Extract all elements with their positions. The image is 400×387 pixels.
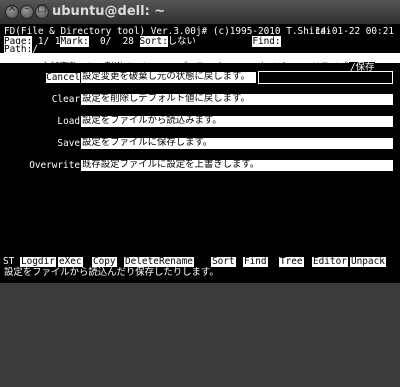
sort-value: しない — [167, 36, 196, 47]
fkey-copy[interactable]: Copy — [92, 257, 117, 267]
maximize-button[interactable]: □ — [35, 3, 49, 19]
fkey-find[interactable]: Find — [243, 257, 268, 267]
option-clear-desc: 設定を削除しデフォルト値に戻します。 — [81, 94, 393, 105]
custom-menu-tabs: /内部変数/キー割当て/キーマップ/ランチャ/アーカイバ/DOSドライブ/保存 — [0, 53, 400, 73]
option-overwrite-desc: 既存設定ファイルに設定を上書きします。 — [81, 160, 393, 171]
fkey-sort[interactable]: Sort — [211, 257, 236, 267]
option-save-desc: 設定をファイルに保存します。 — [81, 138, 393, 149]
mark-value: 0/ 28 — [88, 36, 134, 47]
terminal-window: × – □ ubuntu@dell: ~ FD(File & Directory… — [0, 0, 400, 283]
option-cancel[interactable]: Cancel — [46, 73, 80, 83]
fkey-editor[interactable]: Editor — [312, 257, 348, 267]
fkey-delete[interactable]: Delete — [124, 257, 160, 267]
minimize-button[interactable]: – — [20, 3, 34, 19]
function-key-bar: ST Logdir eXec Copy Delete Rename Sort F… — [0, 257, 400, 267]
fkey-rename[interactable]: Rename — [158, 257, 194, 267]
sort-label: Sort: — [139, 36, 168, 47]
fkey-logdir[interactable]: Logdir — [20, 257, 56, 267]
option-load[interactable]: Load — [57, 117, 80, 127]
minimize-icon: – — [24, 3, 30, 14]
fkey-unpack[interactable]: Unpack — [350, 257, 386, 267]
mark-label: Mark: — [60, 36, 89, 47]
status-row: Page: 1/ 1Mark: 0/ 28 Sort:しない Find: — [4, 36, 281, 47]
option-clear[interactable]: Clear — [52, 95, 80, 105]
close-icon: × — [7, 3, 17, 14]
option-load-desc: 設定をファイルから読込みます。 — [81, 116, 393, 127]
help-status-line: 設定をファイルから読込んだり保存したりします。 — [4, 267, 219, 278]
option-save[interactable]: Save — [57, 139, 80, 149]
title-bar: × – □ ubuntu@dell: ~ — [0, 0, 400, 25]
window-title: ubuntu@dell: ~ — [52, 4, 166, 19]
option-cancel-desc: 設定変更を破棄し元の状態に戻します。 — [81, 72, 256, 83]
close-button[interactable]: × — [5, 3, 19, 19]
option-cancel-field — [258, 71, 393, 84]
option-overwrite[interactable]: Overwrite — [29, 161, 80, 171]
fkey-tree[interactable]: Tree — [279, 257, 304, 267]
fkey-exec[interactable]: eXec — [58, 257, 83, 267]
maximize-icon: □ — [37, 3, 47, 14]
clock: 14-01-22 00:21 — [314, 26, 394, 37]
terminal-screen[interactable]: FD(File & Directory tool) Ver.3.00j# (c)… — [0, 24, 400, 283]
fkey-prefix: ST — [3, 256, 15, 267]
find-label: Find: — [252, 36, 281, 47]
